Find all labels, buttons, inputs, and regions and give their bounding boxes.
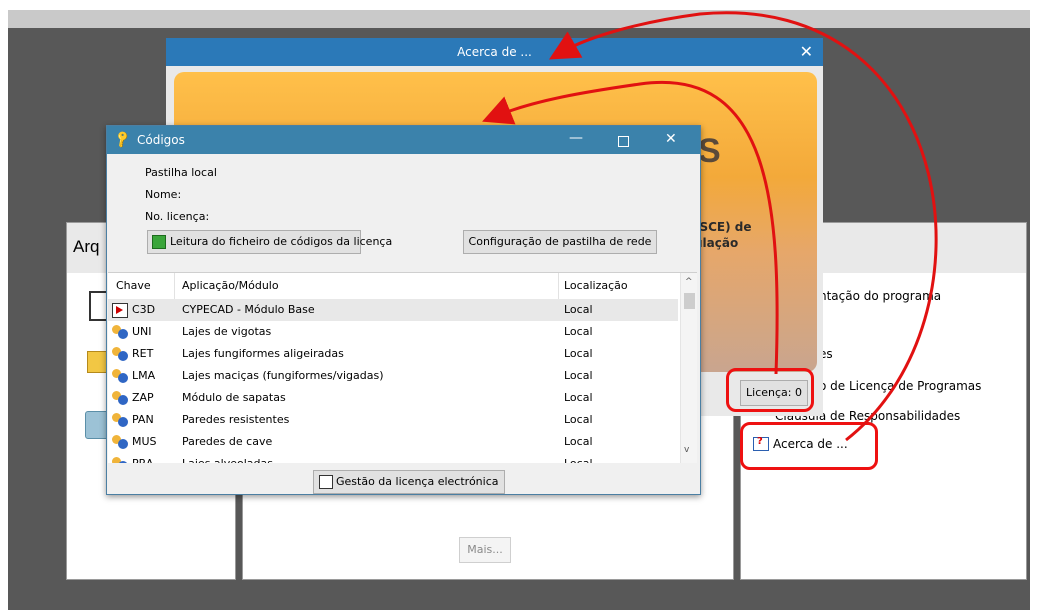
row-module: Paredes de cave: [182, 435, 273, 448]
maximize-icon[interactable]: [618, 136, 629, 147]
more-button[interactable]: Mais...: [459, 537, 511, 563]
table-row[interactable]: RET Lajes fungiformes aligeiradas Local: [108, 343, 678, 365]
license-highlight: [726, 368, 814, 412]
row-location: Local: [564, 369, 593, 382]
row-module: Paredes resistentes: [182, 413, 290, 426]
play-icon: [112, 303, 128, 318]
scroll-thumb[interactable]: [684, 293, 695, 309]
read-license-file-label: Leitura do ficheiro de códigos da licenç…: [170, 235, 393, 248]
key-icon: 🔑: [112, 128, 133, 150]
users-icon: [112, 391, 128, 405]
scroll-down-icon[interactable]: v: [684, 445, 689, 455]
row-module: Lajes maciças (fungiformes/vigadas): [182, 369, 384, 382]
users-icon: [112, 369, 128, 383]
codes-window: 🔑 Códigos — ✕ Pastilha local Nome: No. l…: [106, 125, 701, 495]
close-icon[interactable]: ✕: [665, 131, 677, 147]
row-key: LMA: [132, 369, 156, 382]
row-key: UNI: [132, 325, 152, 338]
table-row[interactable]: ZAP Módulo de sapatas Local: [108, 387, 678, 409]
license-number-label: No. licença:: [145, 210, 210, 223]
column-header-key[interactable]: Chave: [116, 273, 151, 299]
row-key: PAN: [132, 413, 154, 426]
row-key: RET: [132, 347, 154, 360]
row-location: Local: [564, 453, 593, 463]
row-location: Local: [564, 435, 593, 448]
users-icon: [112, 435, 128, 449]
users-icon: [112, 413, 128, 427]
right-item-presentation[interactable]: ntação do programa: [819, 289, 941, 303]
row-module: Lajes fungiformes aligeiradas: [182, 347, 344, 360]
row-key: ZAP: [132, 391, 154, 404]
row-location: Local: [564, 413, 593, 426]
column-header-module[interactable]: Aplicação/Módulo: [182, 273, 279, 299]
row-key: PRA: [132, 453, 153, 463]
about-highlight: [740, 422, 878, 470]
users-icon: [112, 457, 128, 463]
codes-table: Chave Aplicação/Módulo Localização C3D C…: [108, 272, 697, 463]
table-header: Chave Aplicação/Módulo Localização: [108, 273, 678, 299]
row-key: MUS: [132, 435, 157, 448]
row-module: Lajes de vigotas: [182, 325, 272, 338]
scroll-up-icon[interactable]: ^: [685, 277, 693, 287]
codes-titlebar: 🔑 Códigos — ✕: [107, 126, 700, 154]
local-key-label: Pastilha local: [145, 166, 217, 179]
row-module: CYPECAD - Módulo Base: [182, 303, 315, 316]
read-license-file-button[interactable]: Leitura do ficheiro de códigos da licenç…: [147, 230, 392, 254]
users-icon: [112, 347, 128, 361]
codes-title: Códigos: [137, 133, 185, 147]
close-icon[interactable]: ✕: [800, 38, 813, 66]
row-module: Lajes alveoladas: [182, 453, 273, 463]
row-location: Local: [564, 391, 593, 404]
right-item-license-terms[interactable]: o de Licença de Programas: [819, 379, 981, 393]
network-icon: [319, 475, 333, 489]
table-row[interactable]: PAN Paredes resistentes Local: [108, 409, 678, 431]
table-row[interactable]: UNI Lajes de vigotas Local: [108, 321, 678, 343]
electronic-license-label: Gestão da licença electrónica: [336, 475, 499, 488]
row-module: Módulo de sapatas: [182, 391, 286, 404]
row-location: Local: [564, 325, 593, 338]
about-titlebar: Acerca de ... ✕: [166, 38, 823, 66]
table-row[interactable]: PRA Lajes alveoladas Local: [108, 453, 678, 463]
electronic-license-button[interactable]: Gestão da licença electrónica: [313, 470, 505, 494]
network-key-config-button[interactable]: Configuração de pastilha de rede: [463, 230, 657, 254]
desktop-background: Arq Mais... ntação do programa es o de L…: [8, 10, 1030, 610]
about-title: Acerca de ...: [457, 45, 532, 59]
table-row[interactable]: LMA Lajes maciças (fungiformes/vigadas) …: [108, 365, 678, 387]
row-location: Local: [564, 347, 593, 360]
name-label: Nome:: [145, 188, 182, 201]
scrollbar[interactable]: ^ v: [680, 273, 697, 463]
green-arrow-icon: [152, 235, 166, 249]
banner-big-letter: S: [698, 132, 721, 170]
row-key: C3D: [132, 303, 156, 316]
top-bar: [8, 10, 1030, 28]
banner-text-1: (SCE) de: [694, 220, 752, 234]
row-location: Local: [564, 303, 593, 316]
table-row[interactable]: C3D CYPECAD - Módulo Base Local: [108, 299, 678, 321]
table-row[interactable]: MUS Paredes de cave Local: [108, 431, 678, 453]
column-header-location[interactable]: Localização: [564, 273, 628, 299]
minimize-icon[interactable]: —: [569, 130, 583, 146]
left-panel-title: Arq: [73, 237, 100, 256]
users-icon: [112, 325, 128, 339]
